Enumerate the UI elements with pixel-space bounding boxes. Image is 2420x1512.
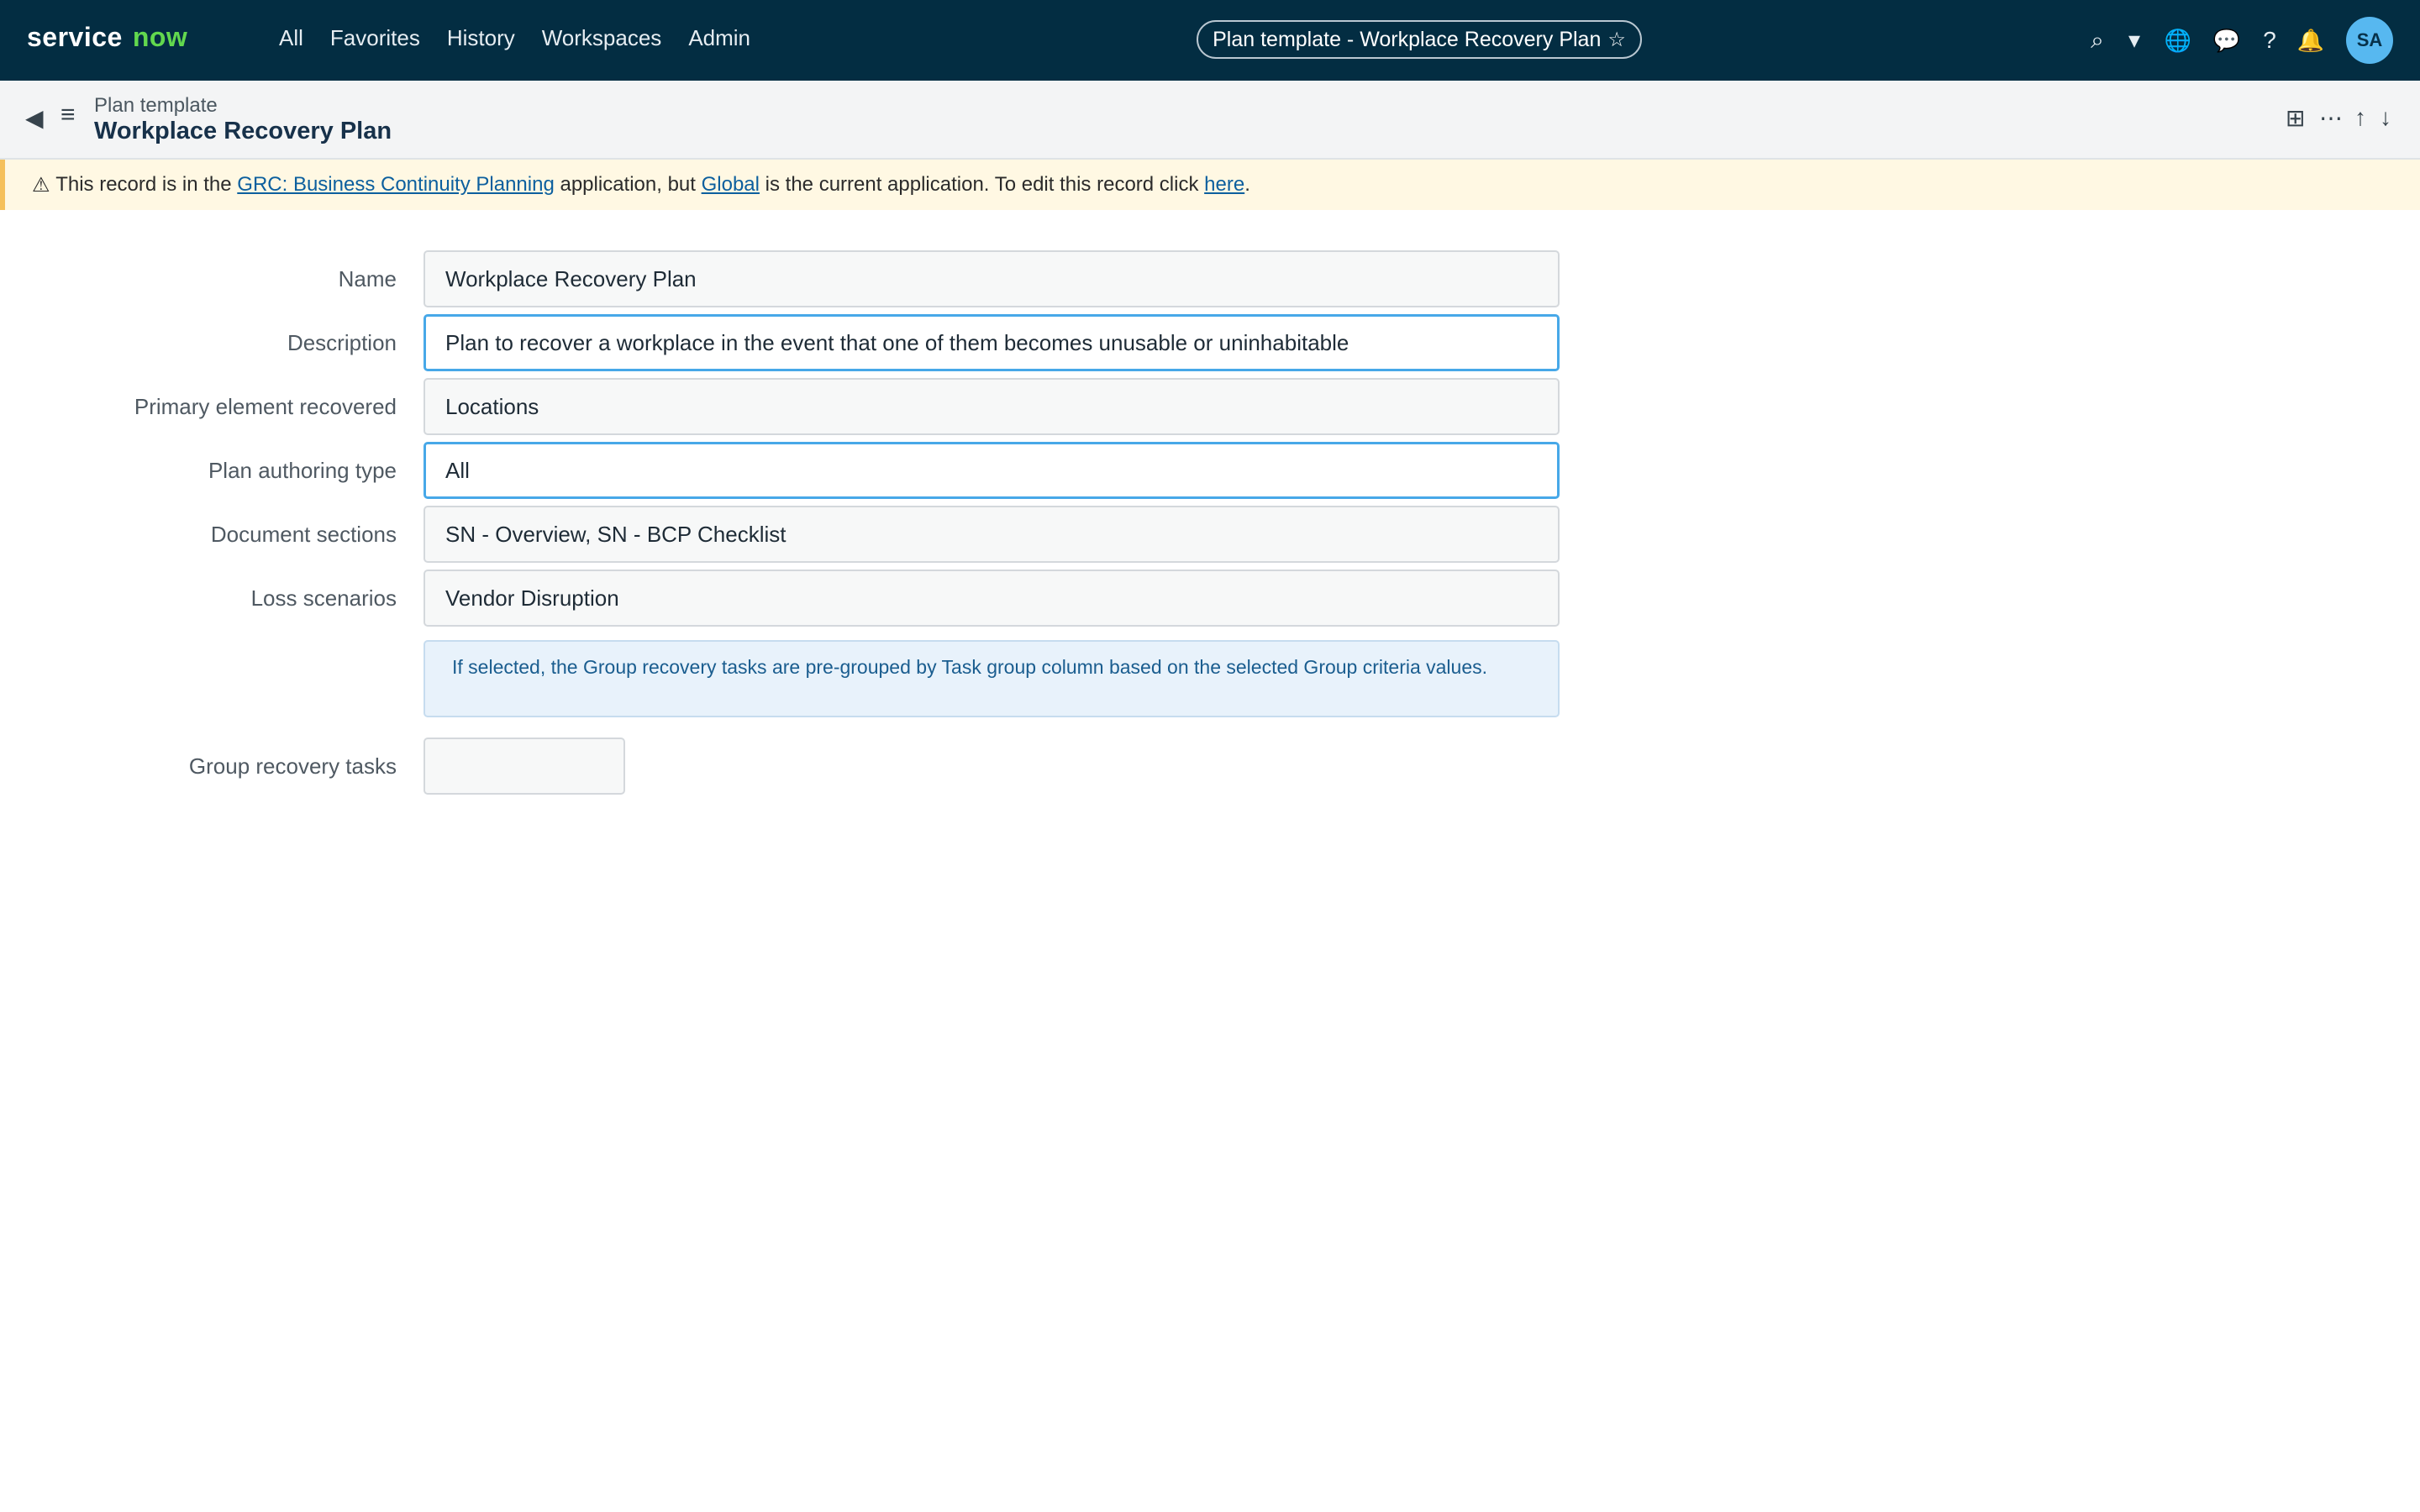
form-row-document-sections: Document sections SN - Overview, SN - BC…: [0, 506, 1563, 563]
servicenow-logo[interactable]: service now: [27, 22, 187, 53]
loss-scenarios-label: Loss scenarios: [250, 585, 397, 611]
authoring-type-label: Plan authoring type: [208, 458, 397, 483]
context-title-pill[interactable]: Plan template - Workplace Recovery Plan …: [1197, 20, 1642, 59]
warning-icon: ⚠: [32, 173, 50, 197]
nav-history[interactable]: History: [447, 25, 515, 51]
edit-record-here-link[interactable]: here: [1204, 173, 1244, 197]
banner-text-2: application, but: [560, 173, 696, 196]
authoring-type-field[interactable]: All: [424, 442, 1560, 499]
layout-grid-icon[interactable]: ⊞: [2286, 104, 2305, 132]
nav-all[interactable]: All: [279, 25, 303, 51]
back-icon[interactable]: ◀: [25, 104, 44, 132]
top-navigation-bar: service now All Favorites History Workspa…: [0, 0, 2420, 81]
form-row-loss-scenarios: Loss scenarios Vendor Disruption: [0, 570, 1563, 627]
document-sections-field[interactable]: SN - Overview, SN - BCP Checklist: [424, 506, 1560, 563]
primary-element-field[interactable]: Locations: [424, 378, 1560, 435]
logo-text-now: now: [132, 22, 188, 52]
more-options-icon[interactable]: ⋯: [2319, 104, 2343, 132]
form-row-primary-element: Primary element recovered Locations: [0, 378, 1563, 435]
context-title: Plan template - Workplace Recovery Plan: [1213, 27, 1602, 51]
globe-icon[interactable]: 🌐: [2161, 24, 2195, 57]
nav-workspaces[interactable]: Workspaces: [542, 25, 662, 51]
chat-icon[interactable]: 💬: [2210, 24, 2244, 57]
bcp-application-link[interactable]: GRC: Business Continuity Planning: [237, 173, 555, 197]
nav-admin[interactable]: Admin: [688, 25, 750, 51]
main-nav: All Favorites History Workspaces Admin: [279, 25, 777, 51]
notification-bell-icon[interactable]: 🔔: [2294, 24, 2328, 57]
nav-favorites[interactable]: Favorites: [330, 25, 420, 51]
form-row-name: Name Workplace Recovery Plan: [0, 250, 1563, 307]
next-record-icon[interactable]: ↓: [2380, 104, 2391, 131]
banner-text-1: This record is in the: [55, 173, 232, 196]
group-recovery-info-message: If selected, the Group recovery tasks ar…: [424, 640, 1560, 717]
record-title: Workplace Recovery Plan: [94, 118, 392, 144]
chevron-down-icon[interactable]: ▾: [2121, 24, 2148, 57]
global-application-link[interactable]: Global: [702, 173, 760, 197]
banner-text-4: .: [1244, 173, 1250, 196]
form-row-group-recovery: Group recovery tasks: [0, 738, 1563, 795]
previous-record-icon[interactable]: ↑: [2354, 104, 2366, 131]
document-sections-label: Document sections: [210, 522, 397, 547]
application-scope-warning: ⚠ This record is in the GRC: Business Co…: [0, 160, 2420, 210]
form-row-authoring-type: Plan authoring type All: [0, 442, 1563, 499]
description-label: Description: [287, 330, 397, 355]
banner-text-3: is the current application. To edit this…: [765, 173, 1199, 196]
form-row-description: Description Plan to recover a workplace …: [0, 314, 1563, 371]
name-label: Name: [338, 266, 397, 291]
description-field[interactable]: Plan to recover a workplace in the event…: [424, 314, 1560, 371]
group-recovery-field[interactable]: [424, 738, 625, 795]
name-field[interactable]: Workplace Recovery Plan: [424, 250, 1560, 307]
favorite-star-icon[interactable]: ☆: [1607, 28, 1626, 52]
logo-text-service: service: [27, 22, 123, 52]
record-type-label: Plan template: [94, 94, 218, 117]
help-icon[interactable]: ?: [2257, 24, 2282, 57]
hamburger-menu-icon[interactable]: ≡: [60, 101, 76, 129]
record-header: ◀ ≡ Plan template Workplace Recovery Pla…: [0, 81, 2420, 160]
loss-scenarios-field[interactable]: Vendor Disruption: [424, 570, 1560, 627]
group-recovery-label: Group recovery tasks: [188, 753, 397, 779]
primary-element-label: Primary element recovered: [134, 394, 397, 419]
search-icon[interactable]: ⌕: [2084, 24, 2111, 57]
user-avatar[interactable]: SA: [2346, 17, 2393, 64]
